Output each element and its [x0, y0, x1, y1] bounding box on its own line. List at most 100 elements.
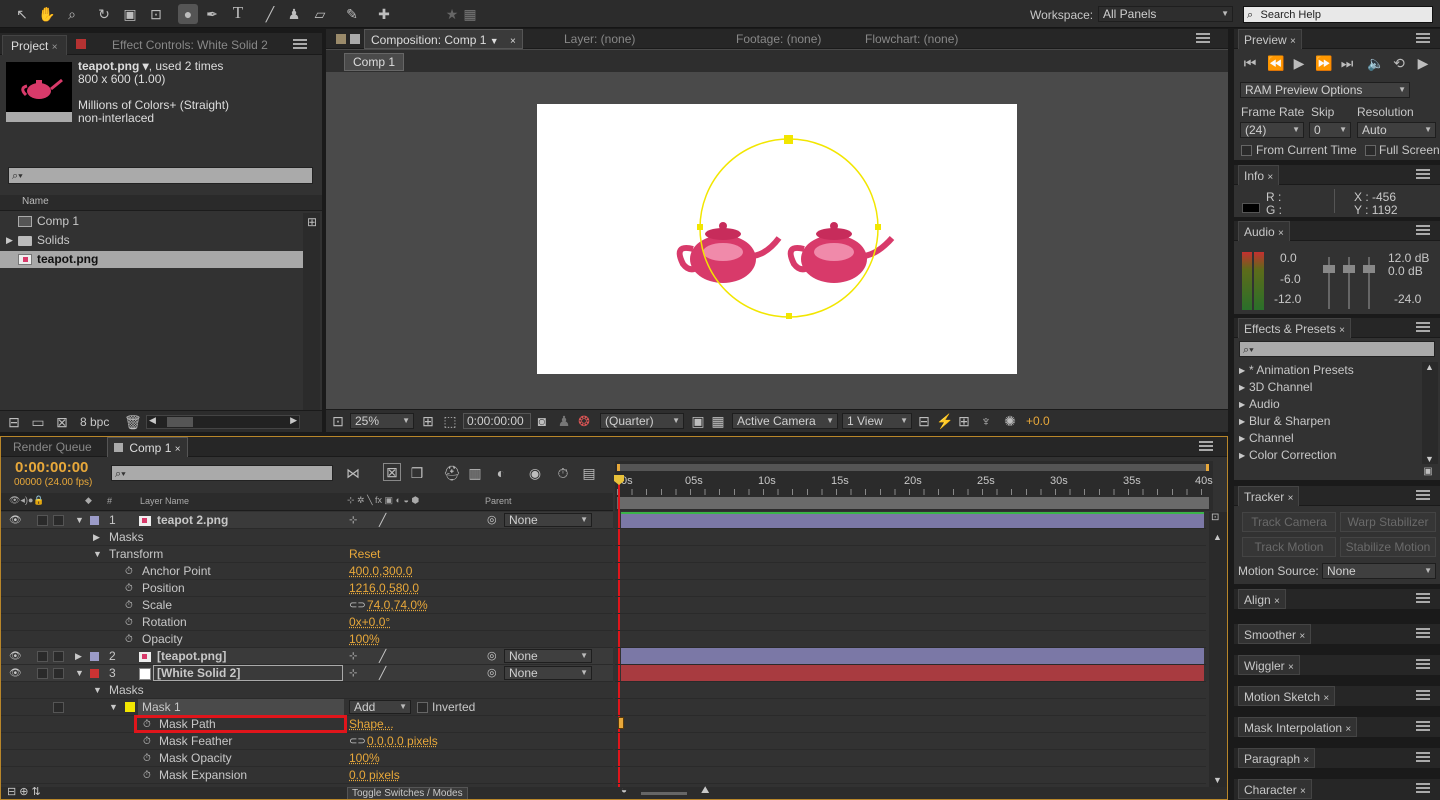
close-icon[interactable]: × [1345, 724, 1351, 735]
layer-name[interactable]: teapot 2.png [157, 512, 228, 529]
clone-stamp-tool-icon[interactable]: ♟ [286, 6, 302, 22]
play-icon[interactable]: ▶ [1291, 55, 1307, 71]
workspace-dropdown[interactable]: All Panels [1098, 6, 1233, 22]
panel-menu-icon[interactable] [1416, 490, 1430, 500]
fast-previews-icon[interactable]: ⚡ [936, 413, 953, 429]
new-bin-icon[interactable]: ▣ [1420, 464, 1436, 480]
tab-mask-interpolation[interactable]: Mask Interpolation × [1238, 717, 1358, 737]
breadcrumb-comp1[interactable]: Comp 1 [344, 53, 405, 71]
effects-item-animation-presets[interactable]: ▶ * Animation Presets [1234, 362, 1420, 379]
ram-preview-icon[interactable]: ▶ [1415, 55, 1431, 71]
tab-layer[interactable]: Layer: (none) [564, 29, 635, 49]
scale-value[interactable]: 74.0,74.0% [367, 597, 428, 614]
expand-switches-icon[interactable]: ⊟ ⊕ ⇅ [7, 785, 41, 798]
layer-row-1[interactable]: 👁 ▼ 1 teapot 2.png ⊹ ╱ ◎ None [1, 512, 613, 529]
layer-row-3[interactable]: 👁 ▼ 3 [White Solid 2] ⊹ ╱ ◎ None [1, 665, 613, 682]
visibility-eye-icon[interactable]: 👁 [9, 648, 22, 665]
panel-menu-icon[interactable] [1416, 593, 1430, 603]
anchor-point-value[interactable]: 400.0,300.0 [349, 563, 412, 580]
close-icon[interactable]: × [1300, 786, 1306, 797]
toggle-switches-modes-button[interactable]: Toggle Switches / Modes [347, 787, 468, 799]
mask-opacity-row[interactable]: ⏱ Mask Opacity 100% [1, 750, 613, 767]
asset-filename[interactable]: teapot.png ▾ [78, 59, 149, 73]
zoom-out-icon[interactable]: ◒ [621, 785, 627, 796]
tab-paragraph[interactable]: Paragraph × [1238, 748, 1316, 768]
comp-viewer-canvas[interactable] [537, 104, 1017, 374]
track-motion-button[interactable]: Track Motion [1242, 537, 1336, 557]
close-icon[interactable]: × [1299, 631, 1305, 642]
mask-vertex-left[interactable] [697, 224, 703, 230]
mask-inverted-checkbox[interactable] [417, 702, 428, 713]
shy-switch-icon[interactable]: ⊹ [349, 648, 357, 665]
view-layout-dropdown[interactable]: 1 View [842, 413, 912, 429]
search-help-input[interactable]: ⌕ Search Help [1243, 6, 1433, 23]
col-name-header[interactable]: Name [22, 196, 49, 207]
flowchart-icon[interactable]: ⊞ [304, 214, 320, 230]
new-composition-icon[interactable]: ⊠ [54, 414, 70, 430]
keyframe-marker[interactable] [618, 717, 624, 729]
frame-rate-dropdown[interactable]: (24) [1240, 122, 1304, 138]
zoom-tool-icon[interactable]: ⌕ [64, 6, 80, 22]
rotation-row[interactable]: ⏱ Rotation 0x+0.0° [1, 614, 613, 631]
panel-menu-icon[interactable] [1199, 441, 1213, 451]
ram-preview-options-dropdown[interactable]: RAM Preview Options [1240, 82, 1410, 98]
mask-1-row[interactable]: ▼ Mask 1 Add Inverted [1, 699, 613, 716]
exposure-value[interactable]: +0.0 [1026, 414, 1050, 428]
mask-path-ellipse[interactable] [699, 138, 879, 318]
brush-tool-icon[interactable]: ╱ [262, 6, 278, 22]
stopwatch-icon[interactable]: ⏱ [125, 614, 133, 631]
roto-brush-tool-icon[interactable]: ✎ [344, 6, 360, 22]
zoom-slider[interactable] [641, 792, 687, 795]
label-header-icon[interactable]: ◆ [85, 495, 92, 506]
stopwatch-icon[interactable]: ⏱ [143, 716, 151, 733]
tab-smoother[interactable]: Smoother × [1238, 624, 1312, 644]
close-icon[interactable]: × [1278, 228, 1284, 239]
eraser-tool-icon[interactable]: ▱ [312, 6, 328, 22]
position-row[interactable]: ⏱ Position 1216.0,580.0 [1, 580, 613, 597]
parent-dropdown[interactable]: None [504, 649, 592, 663]
effects-item-channel[interactable]: ▶ Channel [1234, 430, 1420, 447]
mask-vertex-bottom[interactable] [786, 313, 792, 319]
effects-item-audio[interactable]: ▶ Audio [1234, 396, 1420, 413]
twirl-open-icon[interactable]: ▼ [93, 546, 102, 563]
label-color-swatch[interactable] [90, 669, 99, 678]
av-features-icon[interactable]: 👁◂)●🔒 [9, 495, 45, 506]
timeline-vscroll[interactable]: ⊡ ▲ ▼ [1209, 512, 1227, 787]
close-icon[interactable]: × [1288, 662, 1294, 673]
close-icon[interactable]: × [1274, 596, 1280, 607]
stopwatch-icon[interactable]: ⏱ [125, 597, 133, 614]
live-update-icon[interactable]: ▤ [581, 465, 597, 481]
lock-toggle[interactable] [53, 651, 64, 662]
quality-switch-icon[interactable]: ╱ [379, 648, 386, 665]
close-icon[interactable]: × [1303, 755, 1309, 766]
solo-toggle[interactable] [37, 651, 48, 662]
shy-layers-icon[interactable]: ❒ [409, 465, 425, 481]
panel-menu-icon[interactable] [1416, 752, 1430, 762]
channel-icon[interactable]: ❂ [576, 413, 592, 429]
stopwatch-icon[interactable]: ⏱ [125, 563, 133, 580]
tab-audio[interactable]: Audio × [1238, 221, 1290, 241]
shy-switch-icon[interactable]: ⊹ [349, 512, 357, 529]
draft-3d-icon[interactable]: ⊠ [383, 463, 401, 481]
transparency-grid-icon[interactable]: ▦ [710, 413, 726, 429]
lock-toggle[interactable] [53, 668, 64, 679]
full-screen-checkbox[interactable] [1365, 145, 1376, 156]
scale-row[interactable]: ⏱ Scale ⊂⊃ 74.0,74.0% [1, 597, 613, 614]
mask-expansion-row[interactable]: ⏱ Mask Expansion 0.0 pixels [1, 767, 613, 784]
project-item-teapot[interactable]: teapot.png [0, 251, 303, 268]
hand-tool-icon[interactable]: ✋ [38, 6, 55, 22]
constrain-link-icon[interactable]: ⊂⊃ [349, 733, 366, 750]
interpret-footage-icon[interactable]: ⊟ [6, 414, 22, 430]
tab-effects-presets[interactable]: Effects & Presets × [1238, 318, 1352, 338]
tab-info[interactable]: Info × [1238, 165, 1280, 185]
panel-menu-icon[interactable] [1416, 628, 1430, 638]
close-icon[interactable]: × [510, 36, 516, 47]
stabilize-motion-button[interactable]: Stabilize Motion [1340, 537, 1436, 557]
quality-switch-icon[interactable]: ╱ [379, 512, 386, 529]
mask-path-value[interactable]: Shape... [349, 716, 394, 733]
first-frame-icon[interactable]: ⏮ [1242, 55, 1258, 71]
comp-mini-flowchart-icon[interactable]: ⋈ [345, 465, 361, 481]
project-hscroll[interactable]: ◀ ▶ [146, 415, 300, 429]
tab-wiggler[interactable]: Wiggler × [1238, 655, 1300, 675]
layer-name[interactable]: [White Solid 2] [157, 665, 240, 682]
